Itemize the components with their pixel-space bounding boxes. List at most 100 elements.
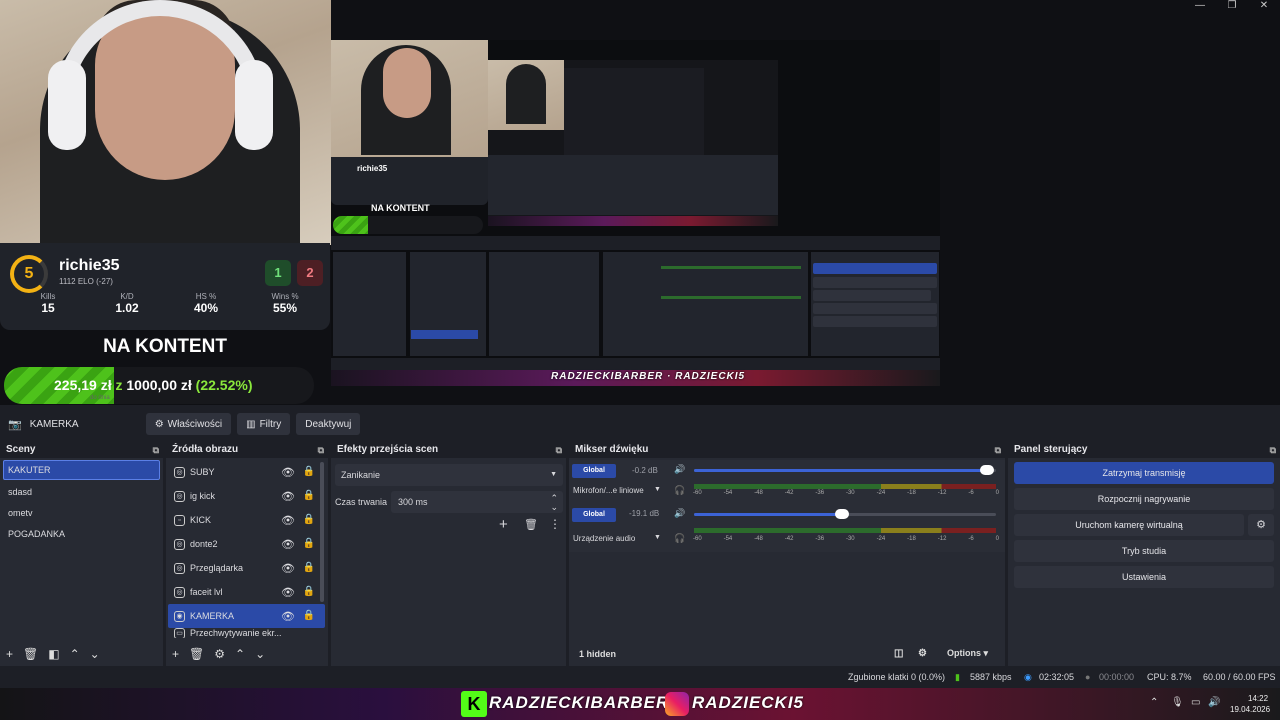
duration-input[interactable]: 300 ms ⌃ ⌄: [391, 491, 563, 513]
more-icon[interactable]: ⋮: [549, 517, 561, 531]
status-bar: Zgubione klatki 0 (0.0%) ▮ 5887 kbps ◉ 0…: [0, 666, 1280, 688]
global-button[interactable]: Global: [572, 508, 616, 522]
window-controls: — ❐ ✕: [1184, 0, 1280, 14]
audio-meter: [694, 484, 996, 489]
clock-date: 19.04.2026: [1230, 705, 1271, 714]
faceit-stats-panel: [0, 243, 330, 330]
source-item[interactable]: ◎ faceit lvl 👁 🔒: [168, 580, 325, 604]
record-icon: ●: [1085, 672, 1091, 682]
record-time: 00:00:00: [1099, 672, 1135, 682]
sources-toolbar: + 🗑 ⚙ ⌃ ⌄: [166, 642, 328, 666]
spin-down-icon[interactable]: ⌄: [550, 496, 558, 518]
volume-knob[interactable]: [834, 509, 849, 519]
camera-icon: ◉: [174, 610, 185, 622]
layout-icon[interactable]: ◫: [894, 648, 903, 659]
filter-icon[interactable]: ◧: [48, 647, 59, 661]
source-item[interactable]: ◎ donte2 👁 🔒: [168, 532, 325, 556]
headphones-icon[interactable]: 🎧: [674, 485, 685, 496]
volume-db: -19.1 dB: [629, 509, 660, 518]
start-recording-button[interactable]: Rozpocznij nagrywanie: [1014, 488, 1274, 510]
speaker-icon[interactable]: 🔊: [674, 508, 685, 519]
options-button[interactable]: Options ▾: [947, 648, 988, 659]
meter-ticks: -60 -54 -48 -42 -36 -30 -24 -18 -12 -6 0: [693, 536, 999, 542]
source-toolbar: 📷 KAMERKA ⚙ Właściwości ▥ Filtry Deaktywuj: [0, 408, 1280, 440]
up-arrow-icon[interactable]: ⌃: [70, 647, 80, 661]
microphone-icon[interactable]: 🎙: [1171, 697, 1184, 708]
trash-icon[interactable]: 🗑: [189, 647, 204, 661]
eye-icon[interactable]: 👁: [281, 466, 295, 479]
chevron-down-icon[interactable]: ▼: [654, 534, 661, 541]
scrollbar[interactable]: [320, 462, 324, 602]
clock-time: 14:22: [1248, 694, 1269, 703]
webcam-feed: [0, 0, 331, 245]
volume-knob[interactable]: [979, 465, 994, 475]
stat-kills: Kills 15: [40, 292, 56, 315]
lock-icon[interactable]: 🔒: [303, 562, 315, 573]
source-item[interactable]: ◎ SUBY 👁 🔒: [168, 460, 325, 484]
source-item[interactable]: ▭ Przechwytywanie ekr...: [168, 628, 325, 638]
close-button[interactable]: ✕: [1248, 0, 1280, 14]
speaker-icon[interactable]: 🔊: [674, 464, 685, 475]
audio-meter: [694, 528, 996, 533]
add-icon[interactable]: +: [172, 647, 179, 661]
settings-button[interactable]: Ustawienia: [1014, 566, 1274, 588]
gear-icon[interactable]: ⚙: [1248, 514, 1274, 536]
maximize-button[interactable]: ❐: [1216, 0, 1248, 14]
lock-icon[interactable]: 🔒: [303, 466, 315, 477]
add-icon[interactable]: +: [6, 647, 13, 661]
lock-icon[interactable]: 🔒: [303, 514, 315, 525]
virtual-camera-button[interactable]: Uruchom kamerę wirtualną: [1014, 514, 1244, 536]
trash-icon[interactable]: 🗑: [23, 647, 38, 661]
lock-icon[interactable]: 🔒: [303, 586, 315, 597]
browser-icon: ◎: [174, 562, 185, 574]
source-item[interactable]: ◎ Przeglądarka 👁 🔒: [168, 556, 325, 580]
tray-chevron-icon[interactable]: ⌃: [1150, 697, 1158, 708]
source-item[interactable]: ▫ KICK 👁 🔒: [168, 508, 325, 532]
deactivate-button[interactable]: Deaktywuj: [296, 413, 361, 435]
eye-icon[interactable]: 👁: [281, 538, 295, 551]
eye-icon[interactable]: 👁: [281, 586, 295, 599]
fps: 60.00 / 60.00 FPS: [1203, 672, 1276, 682]
volume-slider[interactable]: [694, 469, 996, 472]
add-icon[interactable]: +: [499, 516, 508, 533]
scene-item[interactable]: POGADANKA: [0, 524, 163, 545]
scene-item[interactable]: sdasd: [0, 482, 163, 503]
eye-icon[interactable]: 👁: [281, 514, 295, 527]
lock-icon[interactable]: 🔒: [303, 538, 315, 549]
lock-icon[interactable]: 🔒: [303, 610, 315, 621]
up-arrow-icon[interactable]: ⌃: [235, 647, 245, 661]
volume-icon[interactable]: 🔊: [1208, 697, 1220, 708]
filters-button[interactable]: ▥ Filtry: [237, 413, 291, 435]
dock-title: Źródła obrazu ⧉: [166, 442, 328, 458]
scene-item[interactable]: KAKUTER: [3, 460, 160, 480]
source-item[interactable]: ◉ KAMERKA 👁 🔒: [168, 604, 325, 628]
eye-icon[interactable]: 👁: [281, 490, 295, 503]
undock-icon[interactable]: ⧉: [1270, 442, 1276, 458]
network-icon[interactable]: ▭: [1191, 697, 1200, 708]
lock-icon[interactable]: 🔒: [303, 490, 315, 501]
bitrate: 5887 kbps: [970, 672, 1012, 682]
global-button[interactable]: Global: [572, 464, 616, 478]
studio-mode-button[interactable]: Tryb studia: [1014, 540, 1274, 562]
stop-stream-button[interactable]: Zatrzymaj transmisję: [1014, 462, 1274, 484]
undock-icon[interactable]: ⧉: [556, 442, 562, 458]
down-arrow-icon[interactable]: ⌄: [255, 647, 265, 661]
headphones-icon[interactable]: 🎧: [674, 533, 685, 544]
source-item[interactable]: ◎ ig kick 👁 🔒: [168, 484, 325, 508]
properties-button[interactable]: ⚙ Właściwości: [145, 413, 232, 435]
scene-item[interactable]: ometv: [0, 503, 163, 524]
eye-icon[interactable]: 👁: [281, 562, 295, 575]
undock-icon[interactable]: ⧉: [153, 442, 159, 458]
gear-icon[interactable]: ⚙: [214, 647, 225, 661]
eye-icon[interactable]: 👁: [281, 610, 295, 623]
transition-select[interactable]: Zanikanie ▼: [335, 464, 563, 486]
trash-icon[interactable]: 🗑: [524, 518, 538, 531]
down-arrow-icon[interactable]: ⌄: [90, 647, 100, 661]
advanced-audio-icon[interactable]: ⚙: [918, 648, 927, 659]
undock-icon[interactable]: ⧉: [318, 442, 324, 458]
preview-canvas[interactable]: 5 richie35 1112 ELO (-27) 1 2 Kills 15 K/…: [0, 0, 1280, 405]
undock-icon[interactable]: ⧉: [995, 442, 1001, 458]
losses-count: 2: [297, 260, 323, 286]
minimize-button[interactable]: —: [1184, 0, 1216, 14]
chevron-down-icon[interactable]: ▼: [654, 486, 661, 493]
